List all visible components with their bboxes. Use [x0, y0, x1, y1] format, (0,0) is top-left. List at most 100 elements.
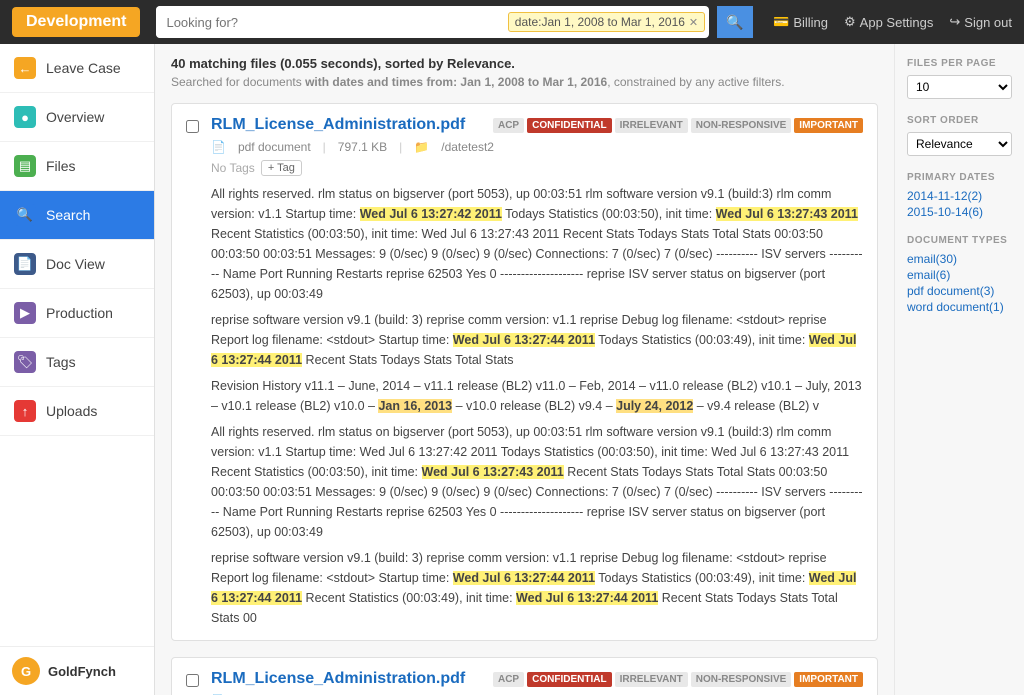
- search-button[interactable]: 🔍: [717, 6, 753, 38]
- files-per-page-select[interactable]: 10 25 50: [907, 75, 1012, 99]
- main-content: 40 matching files (0.055 seconds), sorte…: [155, 44, 894, 695]
- uploads-icon: ↑: [14, 400, 36, 422]
- files-per-page-label: FILES PER PAGE: [907, 58, 1012, 69]
- badge-irrelevant-2: IRRELEVANT: [615, 672, 688, 687]
- doc-card-2: RLM_License_Administration.pdf ACP CONFI…: [171, 657, 878, 695]
- sidebar-item-doc-view[interactable]: 📄 Doc View: [0, 240, 154, 289]
- badge-acp-1: ACP: [493, 118, 524, 133]
- app-settings-link[interactable]: ⚙ App Settings: [844, 14, 933, 30]
- highlight-1a: Wed Jul 6 13:27:42 2011: [360, 207, 502, 221]
- doc-checkbox-2[interactable]: [186, 674, 199, 687]
- badge-non-responsive-1: NON-RESPONSIVE: [691, 118, 792, 133]
- no-tags-label-1: No Tags: [211, 161, 255, 175]
- top-nav: Development date:Jan 1, 2008 to Mar 1, 2…: [0, 0, 1024, 44]
- brand-footer-name: GoldFynch: [48, 664, 116, 679]
- search-icon: 🔍: [14, 204, 36, 226]
- search-tag-text: date:Jan 1, 2008 to Mar 1, 2016: [515, 15, 685, 29]
- doc-meta-1: 📄 pdf document | 797.1 KB | 📁 /datetest2: [211, 140, 863, 154]
- sidebar-label-production: Production: [46, 305, 113, 321]
- billing-link[interactable]: 💳 Billing: [773, 14, 828, 30]
- main-layout: ← Leave Case ● Overview ▤ Files 🔍 Search…: [0, 44, 1024, 695]
- doc-card-header-1: RLM_License_Administration.pdf ACP CONFI…: [211, 116, 863, 134]
- badge-non-responsive-2: NON-RESPONSIVE: [691, 672, 792, 687]
- production-icon: ▶: [14, 302, 36, 324]
- sidebar-label-overview: Overview: [46, 109, 104, 125]
- sidebar-item-overview[interactable]: ● Overview: [0, 93, 154, 142]
- sidebar-item-tags[interactable]: 🏷 Tags: [0, 338, 154, 387]
- overview-icon: ●: [14, 106, 36, 128]
- doc-type-pdf[interactable]: pdf document(3): [907, 284, 1012, 298]
- sidebar-label-uploads: Uploads: [46, 403, 97, 419]
- doc-type-icon-1: 📄: [211, 140, 226, 154]
- badge-confidential-1: CONFIDENTIAL: [527, 118, 611, 133]
- sidebar-item-leave-case[interactable]: ← Leave Case: [0, 44, 154, 93]
- doc-checkbox-1[interactable]: [186, 120, 199, 133]
- doc-snippet-1b: reprise software version v9.1 (build: 3)…: [211, 548, 863, 628]
- highlight-1e: Jan 16, 2013: [378, 399, 452, 413]
- sidebar-label-search: Search: [46, 207, 90, 223]
- billing-label: Billing: [793, 15, 828, 30]
- add-tag-button-1[interactable]: + Tag: [261, 160, 302, 176]
- highlight-1h: Wed Jul 6 13:27:44 2011: [453, 571, 595, 585]
- doc-title-1[interactable]: RLM_License_Administration.pdf: [211, 116, 465, 134]
- sort-order-select[interactable]: Relevance Date Name: [907, 132, 1012, 156]
- sidebar-label-tags: Tags: [46, 354, 76, 370]
- doc-card-header-2: RLM_License_Administration.pdf ACP CONFI…: [211, 670, 863, 688]
- files-per-page-section: FILES PER PAGE 10 25 50: [907, 58, 1012, 99]
- doc-size-1: 797.1 KB: [338, 140, 387, 154]
- doc-type-1: pdf document: [238, 140, 311, 154]
- results-count: 40 matching files (0.055 seconds), sorte…: [171, 56, 515, 71]
- sidebar-item-uploads[interactable]: ↑ Uploads: [0, 387, 154, 436]
- settings-icon: ⚙: [844, 14, 856, 30]
- badge-important-1: IMPORTANT: [794, 118, 863, 133]
- primary-date-1[interactable]: 2014-11-12(2): [907, 189, 1012, 203]
- doc-snippet-1: All rights reserved. rlm status on bigse…: [211, 184, 863, 542]
- search-bar[interactable]: date:Jan 1, 2008 to Mar 1, 2016 ✕: [156, 6, 709, 38]
- highlight-1b: Wed Jul 6 13:27:43 2011: [716, 207, 858, 221]
- sidebar-footer: G GoldFynch: [0, 646, 154, 695]
- doc-tags-row-1: No Tags + Tag: [211, 160, 863, 176]
- primary-dates-label: PRIMARY DATES: [907, 172, 1012, 183]
- billing-icon: 💳: [773, 14, 789, 30]
- doc-title-2[interactable]: RLM_License_Administration.pdf: [211, 670, 465, 688]
- highlight-1j: Wed Jul 6 13:27:44 2011: [516, 591, 658, 605]
- brand-logo: Development: [12, 7, 140, 37]
- sort-order-section: SORT ORDER Relevance Date Name: [907, 115, 1012, 156]
- primary-dates-section: PRIMARY DATES 2014-11-12(2) 2015-10-14(6…: [907, 172, 1012, 219]
- sign-out-label: Sign out: [964, 15, 1012, 30]
- highlight-1f: July 24, 2012: [616, 399, 693, 413]
- badge-confidential-2: CONFIDENTIAL: [527, 672, 611, 687]
- doc-type-word[interactable]: word document(1): [907, 300, 1012, 314]
- results-meta: Searched for documents with dates and ti…: [171, 75, 878, 89]
- sidebar-label-leave-case: Leave Case: [46, 60, 121, 76]
- sidebar: ← Leave Case ● Overview ▤ Files 🔍 Search…: [0, 44, 155, 695]
- search-date-tag[interactable]: date:Jan 1, 2008 to Mar 1, 2016 ✕: [508, 12, 705, 32]
- highlight-1c: Wed Jul 6 13:27:44 2011: [453, 333, 595, 347]
- doc-types-section: DOCUMENT TYPES email(30) email(6) pdf do…: [907, 235, 1012, 314]
- nav-links: 💳 Billing ⚙ App Settings ↪ Sign out: [773, 14, 1012, 30]
- doc-badges-1: ACP CONFIDENTIAL IRRELEVANT NON-RESPONSI…: [493, 118, 863, 133]
- brand-circle: G: [12, 657, 40, 685]
- results-summary: 40 matching files (0.055 seconds), sorte…: [171, 56, 878, 71]
- sidebar-item-files[interactable]: ▤ Files: [0, 142, 154, 191]
- sidebar-item-production[interactable]: ▶ Production: [0, 289, 154, 338]
- doc-type-email-6[interactable]: email(6): [907, 268, 1012, 282]
- badge-irrelevant-1: IRRELEVANT: [615, 118, 688, 133]
- primary-date-2[interactable]: 2015-10-14(6): [907, 205, 1012, 219]
- doc-badges-2: ACP CONFIDENTIAL IRRELEVANT NON-RESPONSI…: [493, 672, 863, 687]
- right-panel: FILES PER PAGE 10 25 50 SORT ORDER Relev…: [894, 44, 1024, 695]
- doc-types-label: DOCUMENT TYPES: [907, 235, 1012, 246]
- files-icon: ▤: [14, 155, 36, 177]
- sidebar-item-search[interactable]: 🔍 Search: [0, 191, 154, 240]
- badge-important-2: IMPORTANT: [794, 672, 863, 687]
- search-tag-close-icon[interactable]: ✕: [689, 16, 698, 29]
- highlight-1g: Wed Jul 6 13:27:43 2011: [422, 465, 564, 479]
- sign-out-link[interactable]: ↪ Sign out: [949, 14, 1012, 30]
- doc-type-email-30[interactable]: email(30): [907, 252, 1012, 266]
- signout-icon: ↪: [949, 14, 960, 30]
- sidebar-label-doc-view: Doc View: [46, 256, 105, 272]
- leave-case-icon: ←: [14, 57, 36, 79]
- badge-acp-2: ACP: [493, 672, 524, 687]
- search-input[interactable]: [156, 6, 507, 38]
- doc-path-1: /datetest2: [441, 140, 494, 154]
